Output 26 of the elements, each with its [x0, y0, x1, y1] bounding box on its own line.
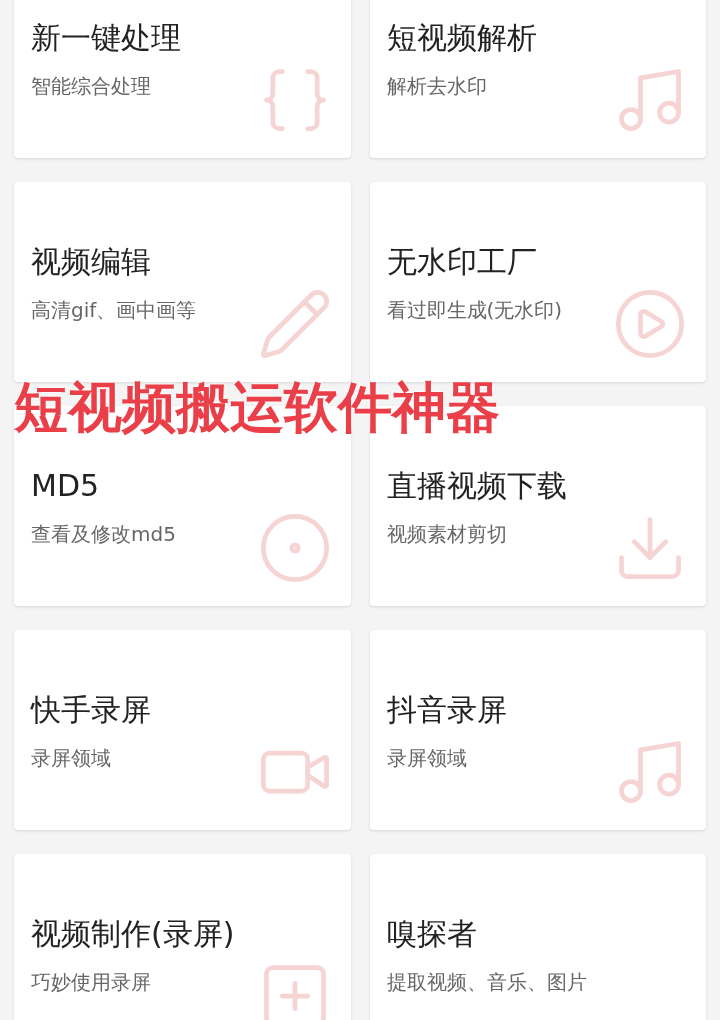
card-title: 抖音录屏 [386, 692, 508, 728]
feature-card[interactable]: 快手录屏 录屏领域 [14, 630, 351, 830]
card-subtitle: 录屏领域 [31, 745, 112, 772]
card-title: 视频制作(录屏) [31, 916, 236, 952]
card-subtitle: 解析去水印 [386, 73, 488, 100]
card-title: 嗅探者 [386, 916, 478, 952]
card-subtitle: 录屏领域 [386, 745, 468, 772]
feature-card[interactable]: 新一键处理 智能综合处理 [14, 0, 351, 158]
card-title: 视频编辑 [31, 244, 152, 280]
card-title: 新一键处理 [31, 20, 182, 56]
card-title: 短视频解析 [386, 20, 538, 56]
feature-card[interactable]: 视频制作(录屏) 巧妙使用录屏 [14, 854, 351, 1020]
feature-card[interactable]: 抖音录屏 录屏领域 [369, 630, 706, 830]
card-title: MD5 [31, 468, 101, 504]
feature-card[interactable]: 短视频解析 解析去水印 [369, 0, 706, 158]
card-title: 无水印工厂 [386, 244, 538, 280]
card-subtitle: 看过即生成(无水印) [386, 297, 564, 324]
feature-card[interactable]: 嗅探者 提取视频、音乐、图片 [369, 854, 706, 1020]
card-subtitle: 智能综合处理 [31, 73, 152, 100]
card-subtitle: 提取视频、音乐、图片 [386, 969, 588, 996]
card-subtitle: 查看及修改md5 [31, 521, 177, 548]
card-subtitle: 高清gif、画中画等 [31, 297, 198, 324]
card-subtitle: 视频素材剪切 [386, 521, 508, 548]
card-subtitle: 巧妙使用录屏 [31, 969, 152, 996]
card-title: 快手录屏 [31, 692, 152, 728]
card-title: 直播视频下载 [386, 468, 568, 504]
